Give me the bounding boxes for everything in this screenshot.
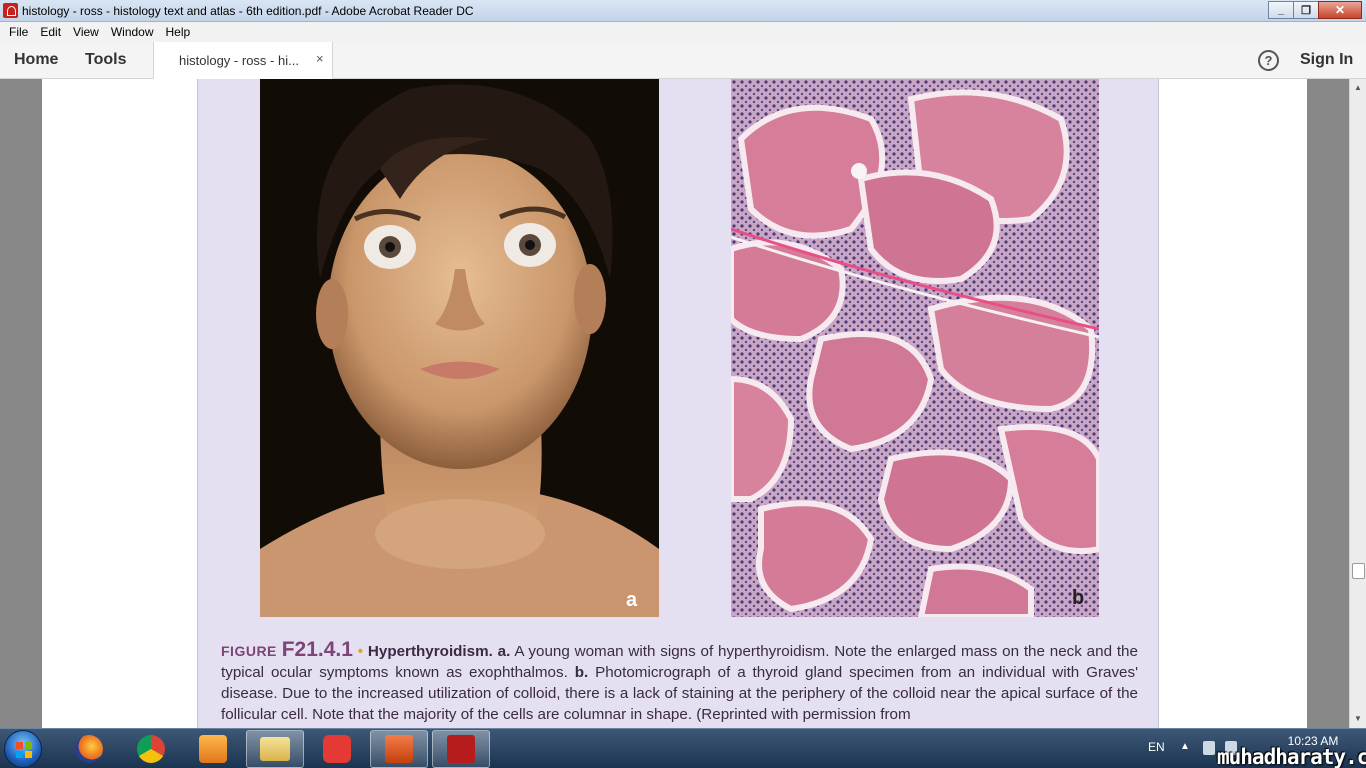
taskbar-acrobat[interactable] [432,730,490,768]
patient-photo-illustration: a [260,79,659,617]
figure-label: FIGURE [221,643,277,659]
tab-tools[interactable]: Tools [85,51,126,69]
scroll-up-icon[interactable]: ▲ [1350,79,1366,95]
figure-title: Hyperthyroidism. [367,643,493,660]
tab-bar: Home Tools histology - ross - hi... × ? … [0,42,1366,79]
acrobat-icon [447,735,475,763]
figure-photo-b: b [731,79,1099,617]
show-hidden-icons-icon[interactable]: ▲ [1180,741,1190,752]
maximize-button[interactable]: ❐ [1293,1,1319,19]
micrograph-illustration: b [731,79,1099,617]
taskbar-app[interactable] [308,730,366,768]
document-tab-label: histology - ross - hi... [179,53,299,68]
windows-logo-icon [16,742,32,758]
app-icon [323,735,351,763]
taskbar-chrome[interactable] [122,730,180,768]
watermark-text: muhadharaty.com [1217,745,1366,768]
media-player-icon [199,735,227,763]
language-indicator[interactable]: EN [1148,740,1165,754]
taskbar-media-player[interactable] [184,730,242,768]
document-viewport[interactable]: a b FIGURE F21.4.1 • Hyperthyroidism. a.… [0,79,1366,728]
restore-icon: ❐ [1301,4,1311,17]
scrollbar-thumb[interactable] [1352,563,1365,579]
caption-part-a-marker: a. [497,643,511,660]
window-controls: _ ❐ ✕ [1268,1,1362,19]
panel-b-label: b [1072,587,1084,609]
sign-in-button[interactable]: Sign In [1300,51,1353,69]
close-button[interactable]: ✕ [1318,1,1362,19]
pdf-page: a b FIGURE F21.4.1 • Hyperthyroidism. a.… [42,79,1307,728]
title-bar: histology - ross - histology text and at… [0,0,1366,22]
taskbar: EN ▲ 10:23 AM [0,728,1366,768]
caption-part-b-marker: b. [574,664,589,681]
acrobat-app-icon [3,3,18,18]
taskbar-firefox[interactable] [60,730,118,768]
menu-edit[interactable]: Edit [34,25,67,39]
figure-bullet: • [357,643,364,660]
start-button[interactable] [4,730,42,768]
minimize-button[interactable]: _ [1268,1,1294,19]
figure-photo-a: a [260,79,659,617]
scroll-down-icon[interactable]: ▼ [1350,710,1366,726]
firefox-icon [75,735,103,763]
vertical-scrollbar[interactable]: ▲ ▼ [1349,79,1366,728]
tab-home[interactable]: Home [14,51,58,69]
taskbar-powerpoint[interactable] [370,730,428,768]
menu-file[interactable]: File [3,25,34,39]
menu-help[interactable]: Help [160,25,197,39]
figure-caption: FIGURE F21.4.1 • Hyperthyroidism. a. A y… [221,639,1138,725]
menu-window[interactable]: Window [105,25,160,39]
chrome-icon [137,735,165,763]
menu-view[interactable]: View [67,25,105,39]
taskbar-file-explorer[interactable] [246,730,304,768]
tab-document[interactable]: histology - ross - hi... × [153,42,333,79]
powerpoint-icon [385,735,413,763]
file-explorer-icon [260,737,290,761]
menu-bar: File Edit View Window Help [0,22,1366,42]
figure-panel: a b FIGURE F21.4.1 • Hyperthyroidism. a.… [197,79,1159,728]
window-title: histology - ross - histology text and at… [22,4,474,18]
close-icon: ✕ [1334,3,1346,17]
figure-number: F21.4.1 [281,638,353,661]
network-icon[interactable] [1203,741,1215,755]
close-tab-icon[interactable]: × [316,51,324,66]
minimize-icon: _ [1277,4,1285,16]
panel-a-label: a [626,589,638,611]
help-icon[interactable]: ? [1258,50,1279,71]
